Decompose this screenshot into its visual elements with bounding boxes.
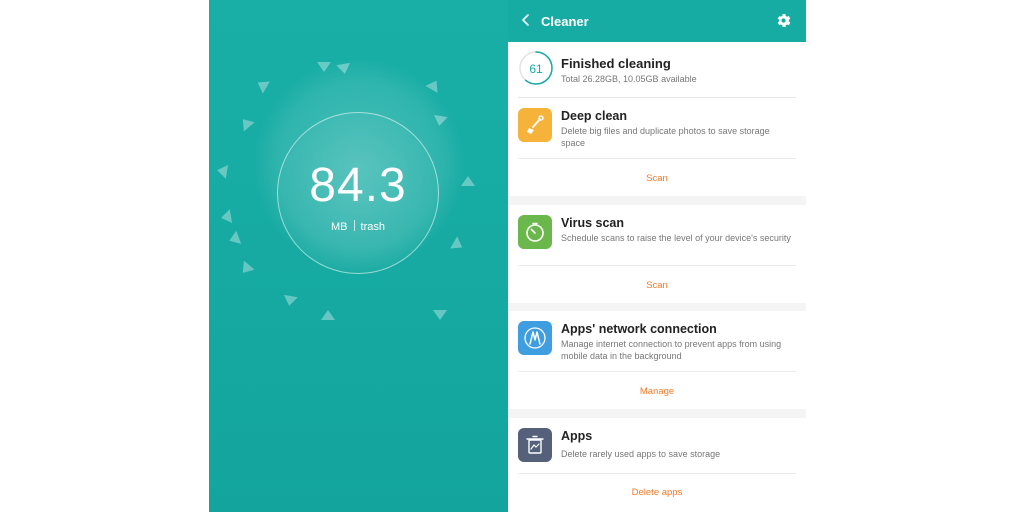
status-title: Finished cleaning	[561, 56, 671, 71]
virus-scan-button[interactable]: Scan	[508, 280, 806, 291]
cleaning-status: 61 Finished cleaning Total 26.28GB, 10.0…	[508, 42, 806, 98]
manage-button[interactable]: Manage	[508, 386, 806, 397]
network-connection-description: Manage internet connection to prevent ap…	[561, 339, 782, 361]
health-score: 61	[529, 62, 543, 76]
delete-apps-button[interactable]: Delete apps	[508, 487, 806, 498]
virus-scan-title: Virus scan	[561, 216, 625, 230]
divider	[518, 473, 796, 474]
trash-gauge-panel: 84.3 MB trash	[209, 0, 508, 512]
network-connection-card: Apps' network connection Manage internet…	[508, 311, 806, 409]
timer-icon	[518, 215, 552, 249]
cleaner-screen: Cleaner 61 Finished cleaning Total 26.28…	[508, 0, 806, 512]
decor-shard	[282, 294, 298, 308]
virus-scan-description: Schedule scans to raise the level of you…	[561, 233, 791, 243]
apps-title: Apps	[561, 429, 593, 443]
caption-separator	[353, 220, 355, 231]
decor-shard	[226, 230, 242, 248]
decor-shard	[461, 176, 475, 186]
deep-clean-title: Deep clean	[561, 109, 628, 123]
apps-description: Delete rarely used apps to save storage	[561, 449, 721, 459]
screen: 84.3 MB trash Cleaner 61 Finished cleanin…	[0, 0, 1024, 512]
broom-icon	[518, 108, 552, 142]
decor-shard	[215, 163, 229, 179]
deep-clean-description: Delete big files and duplicate photos to…	[561, 126, 770, 148]
decor-shard	[237, 260, 255, 278]
storage-summary: Total 26.28GB, 10.05GB available	[561, 74, 697, 84]
trash-size-value: 84.3	[309, 159, 407, 212]
decor-shard	[450, 236, 466, 254]
trash-size-unit: MB	[331, 221, 348, 233]
trash-size-caption: MB trash	[277, 220, 439, 233]
page-title: Cleaner	[541, 14, 589, 29]
trash-app-icon	[518, 428, 552, 462]
deep-clean-card: Deep clean Delete big files and duplicat…	[508, 98, 806, 196]
decor-shard	[254, 76, 270, 94]
app-header: Cleaner	[508, 0, 806, 42]
decor-shard	[321, 310, 335, 320]
divider	[518, 158, 796, 159]
divider	[518, 371, 796, 372]
virus-scan-card: Virus scan Schedule scans to raise the l…	[508, 205, 806, 303]
apps-card: Apps Delete rarely used apps to save sto…	[508, 418, 806, 512]
trash-label: trash	[360, 221, 385, 233]
decor-shard	[317, 62, 331, 72]
network-connection-title: Apps' network connection	[561, 322, 717, 336]
divider	[518, 265, 796, 266]
deep-clean-scan-button[interactable]: Scan	[508, 173, 806, 184]
decor-shard	[237, 114, 255, 132]
decor-shard	[433, 310, 447, 320]
network-icon	[518, 321, 552, 355]
chevron-left-icon[interactable]	[520, 12, 532, 28]
decor-shard	[219, 209, 233, 225]
gear-icon[interactable]	[775, 12, 792, 29]
